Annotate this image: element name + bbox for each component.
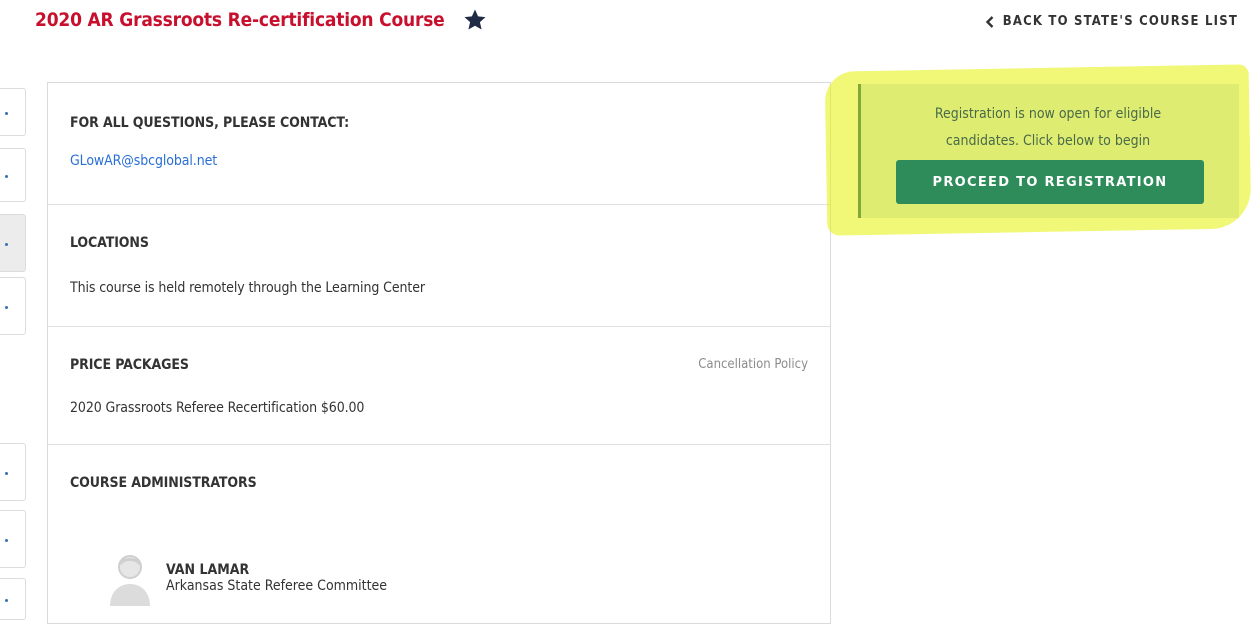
cancellation-policy-link[interactable]: Cancellation Policy [698, 357, 808, 372]
sidebar-stub[interactable] [0, 578, 26, 620]
contact-heading: FOR ALL QUESTIONS, PLEASE CONTACT: [70, 115, 350, 131]
back-to-course-list-link[interactable]: BACK TO STATE'S COURSE LIST [985, 14, 1238, 29]
proceed-to-registration-button[interactable]: PROCEED TO REGISTRATION [896, 160, 1204, 204]
administrator-organization: Arkansas State Referee Committee [166, 578, 388, 594]
registration-message: Registration is now open for eligible ca… [862, 101, 1234, 155]
administrators-section: COURSE ADMINISTRATORS VAN LAMAR Arkansas… [48, 445, 830, 625]
locations-heading: LOCATIONS [70, 235, 149, 251]
sidebar-stub-active[interactable] [0, 214, 26, 272]
contact-email-link[interactable]: GLowAR@sbcglobal.net [70, 153, 217, 169]
locations-text: This course is held remotely through the… [70, 280, 425, 296]
administrator-entry: VAN LAMAR Arkansas State Referee Committ… [106, 550, 387, 606]
sidebar-stub[interactable] [0, 148, 26, 202]
registration-message-line-2: candidates. Click below to begin [945, 133, 1151, 149]
sidebar-stub[interactable] [0, 277, 26, 335]
sidebar-stub[interactable] [0, 510, 26, 568]
registration-message-line-1: Registration is now open for eligible [934, 106, 1162, 122]
chevron-left-icon [985, 15, 994, 28]
course-info-card: FOR ALL QUESTIONS, PLEASE CONTACT: GLowA… [47, 82, 831, 624]
user-avatar-icon [110, 555, 150, 606]
administrators-heading: COURSE ADMINISTRATORS [70, 475, 257, 491]
locations-section: LOCATIONS This course is held remotely t… [48, 205, 830, 327]
price-packages-heading: PRICE PACKAGES [70, 357, 189, 373]
price-packages-section: PRICE PACKAGES Cancellation Policy 2020 … [48, 327, 830, 445]
administrator-name: VAN LAMAR [166, 562, 250, 578]
contact-section: FOR ALL QUESTIONS, PLEASE CONTACT: GLowA… [48, 83, 830, 205]
sidebar-stub[interactable] [0, 443, 26, 501]
sidebar-stub[interactable] [0, 88, 26, 136]
page-title: 2020 AR Grassroots Re-certification Cour… [35, 9, 445, 31]
price-package-item: 2020 Grassroots Referee Recertification … [70, 400, 365, 416]
back-link-label: BACK TO STATE'S COURSE LIST [1002, 14, 1238, 29]
star-icon[interactable] [463, 8, 487, 32]
title-row: 2020 AR Grassroots Re-certification Cour… [35, 8, 487, 32]
